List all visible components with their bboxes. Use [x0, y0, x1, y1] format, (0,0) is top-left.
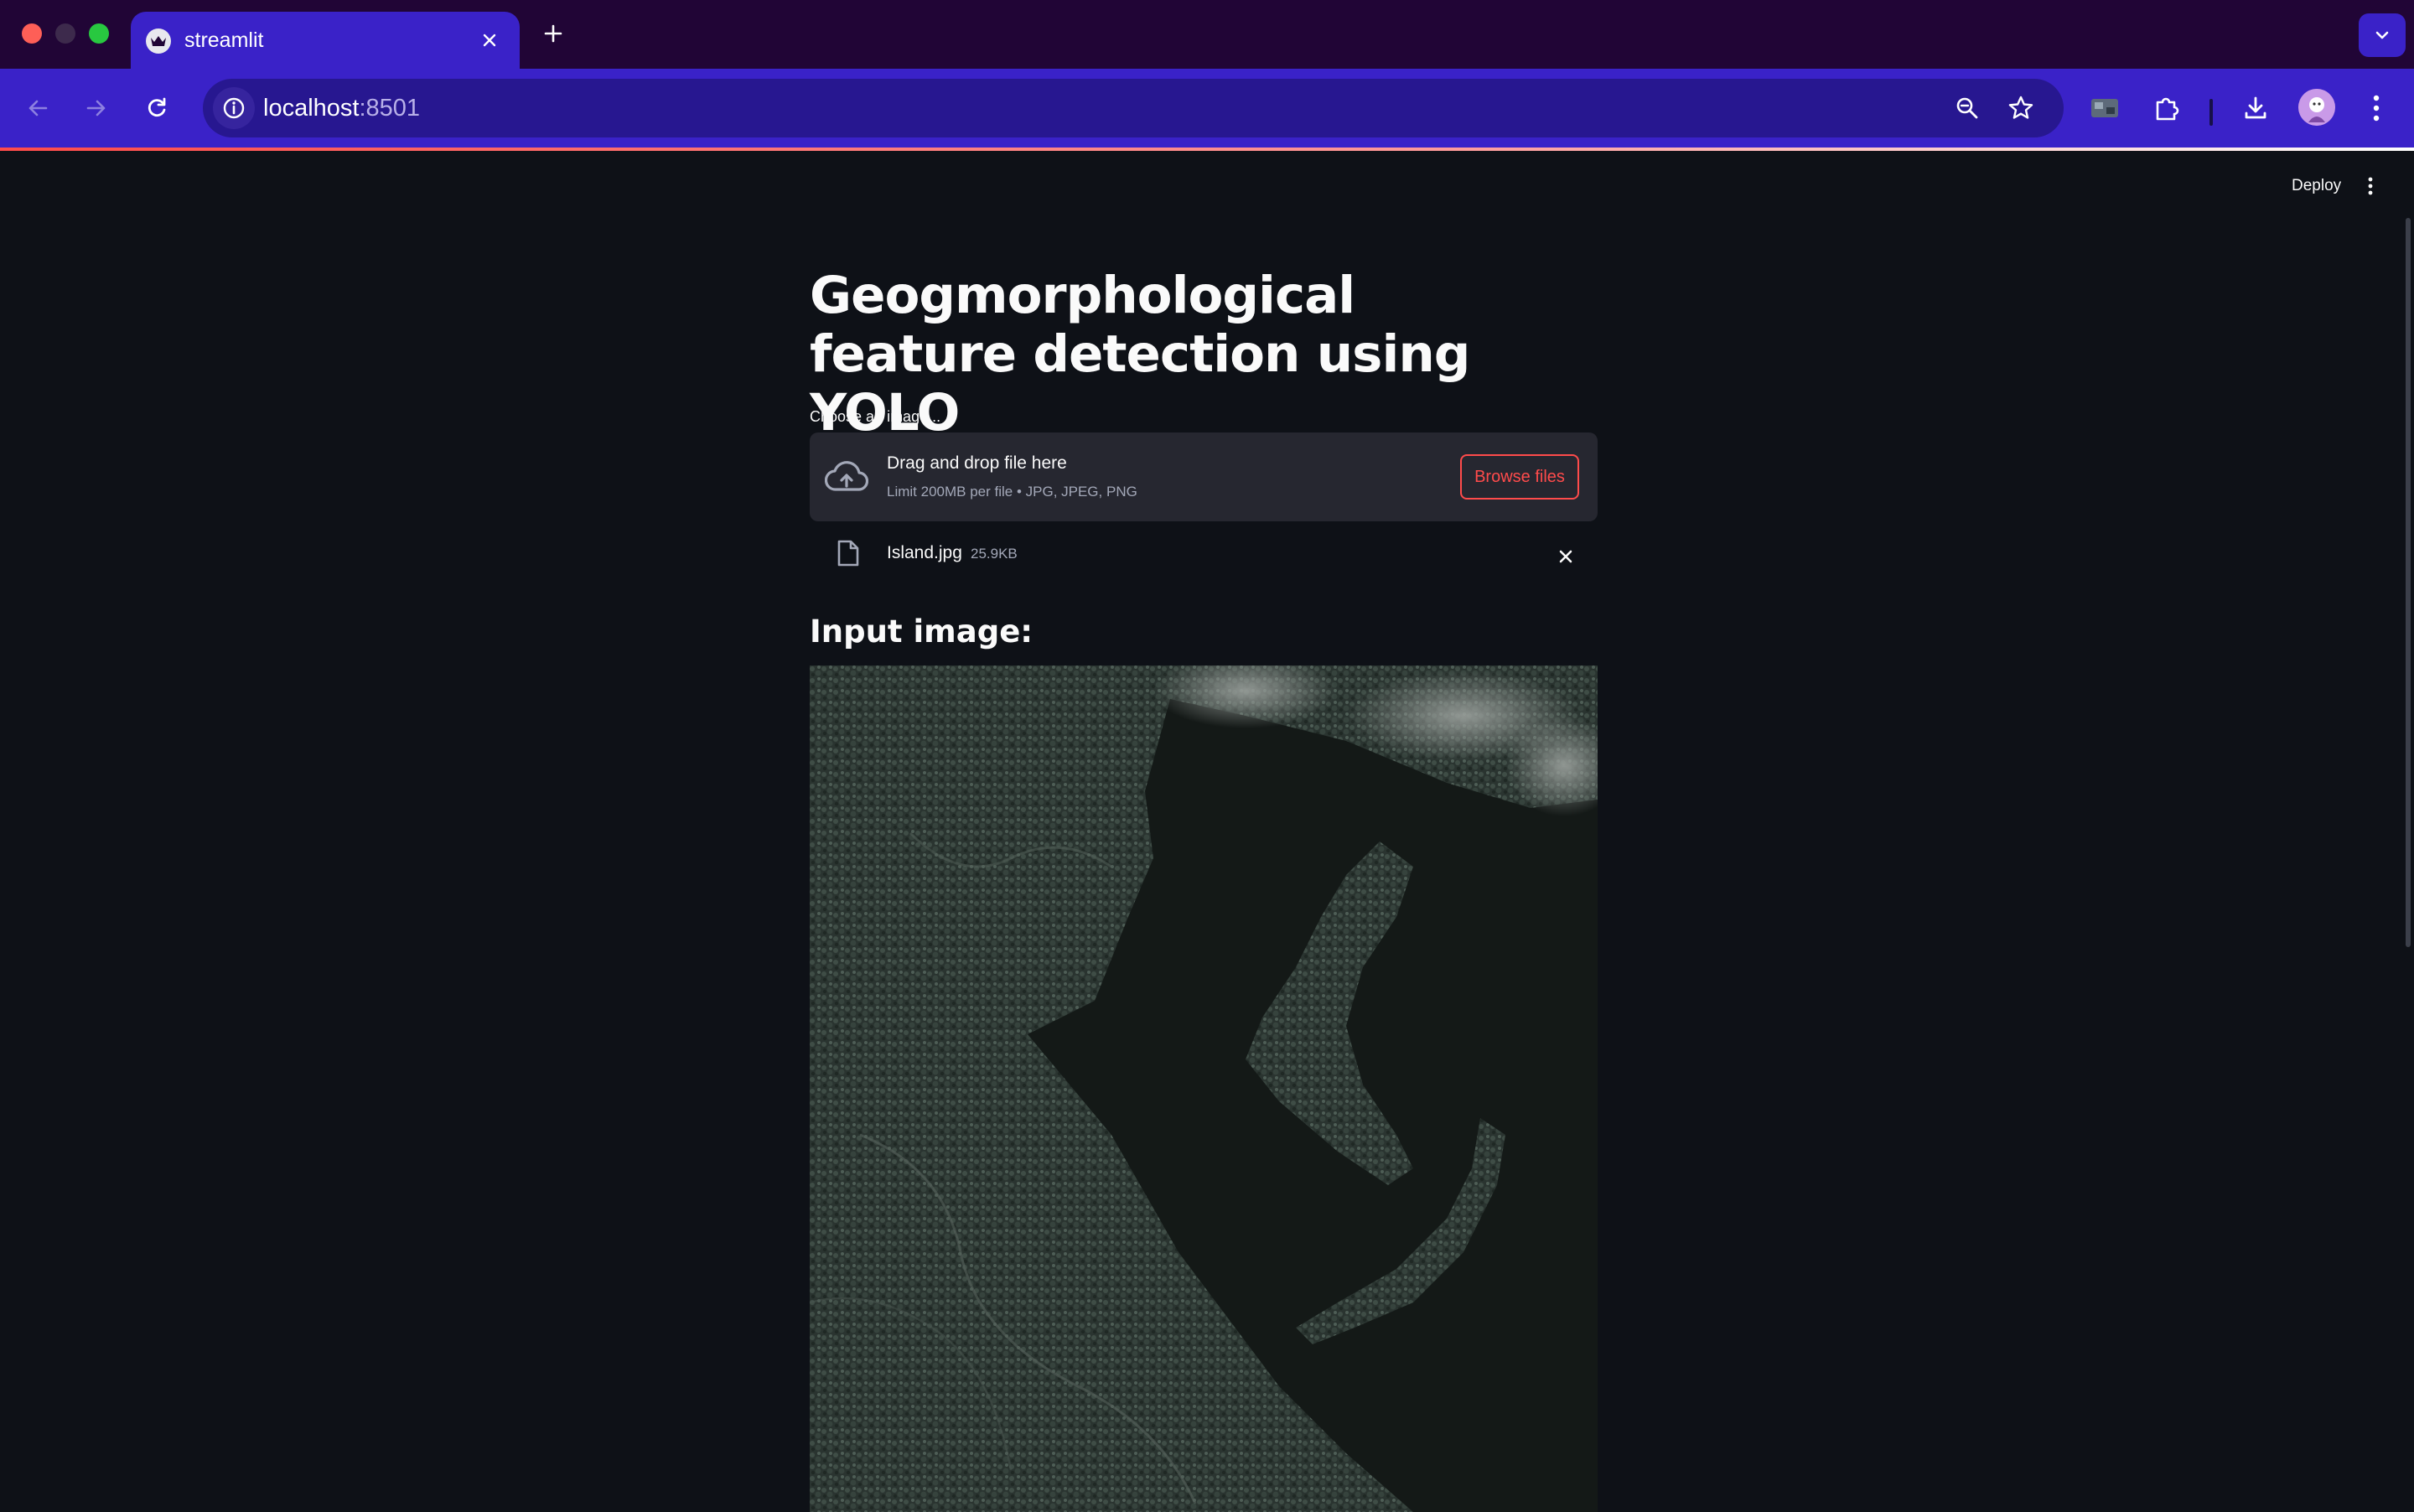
bookmark-star-icon[interactable]: [2000, 87, 2042, 129]
cloud-upload-icon: [825, 456, 868, 500]
close-window-button[interactable]: [22, 23, 42, 44]
file-name: Island.jpg: [887, 543, 962, 562]
dropzone-instructions: Drag and drop file here: [887, 453, 1067, 473]
tab-close-icon[interactable]: [474, 25, 505, 55]
file-dropzone[interactable]: Drag and drop file here Limit 200MB per …: [810, 432, 1598, 521]
extensions-puzzle-icon[interactable]: [2146, 87, 2188, 129]
uploaded-file-item: Island.jpg 25.9KB: [810, 528, 1598, 580]
input-satellite-image: [810, 665, 1598, 1512]
zoom-icon[interactable]: [1946, 87, 1988, 129]
browse-files-button[interactable]: Browse files: [1460, 454, 1579, 500]
toolbar-separator: [2209, 99, 2213, 126]
extension-icon[interactable]: [2084, 87, 2126, 129]
input-image-heading: Input image:: [810, 614, 1033, 650]
streamlit-crown-icon: [146, 28, 171, 54]
deploy-button[interactable]: Deploy: [2277, 169, 2356, 203]
profile-avatar[interactable]: [2298, 89, 2335, 126]
file-size: 25.9KB: [971, 546, 1018, 562]
scrollbar-thumb[interactable]: [2406, 218, 2411, 947]
browser-menu-kebab-icon[interactable]: [2355, 87, 2397, 129]
tab-search-chevron-icon[interactable]: [2359, 13, 2406, 57]
back-arrow-icon[interactable]: [17, 87, 59, 129]
uploader-label: Choose an image...: [810, 408, 941, 425]
url-text: localhost:8501: [263, 95, 421, 122]
download-icon[interactable]: [2235, 87, 2277, 129]
dropzone-limit-text: Limit 200MB per file • JPG, JPEG, PNG: [887, 484, 1137, 500]
file-document-icon: [831, 536, 865, 570]
app-menu-kebab-icon[interactable]: [2354, 169, 2387, 203]
new-tab-icon[interactable]: [536, 17, 570, 50]
maximize-window-button[interactable]: [89, 23, 109, 44]
streamlit-app: Deploy Geogmorphological feature detecti…: [0, 151, 2414, 1512]
minimize-window-button[interactable]: [55, 23, 75, 44]
site-info-icon[interactable]: [213, 87, 255, 129]
reload-icon[interactable]: [136, 87, 178, 129]
browser-tab[interactable]: streamlit: [131, 12, 520, 69]
forward-arrow-icon[interactable]: [75, 87, 117, 129]
remove-file-close-icon[interactable]: [1549, 540, 1583, 573]
browser-tab-strip: streamlit: [0, 0, 2414, 69]
browser-toolbar: localhost:8501: [0, 69, 2414, 148]
address-bar[interactable]: localhost:8501: [203, 79, 2064, 137]
tab-title: streamlit: [184, 28, 264, 52]
